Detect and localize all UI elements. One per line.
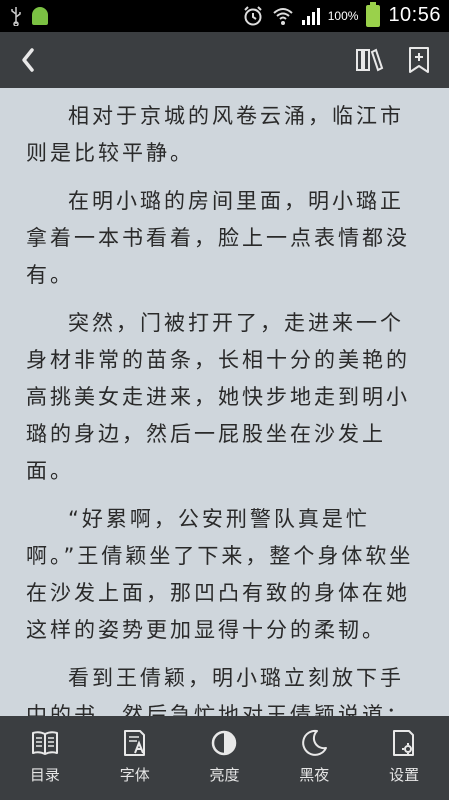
toolbar-label: 目录 (29, 766, 60, 784)
status-bar: 100% 10:56 (0, 0, 449, 32)
bookshelf-button[interactable] (353, 44, 385, 76)
toolbar-item-night-mode[interactable]: 黑夜 (269, 716, 359, 800)
alarm-icon (244, 5, 262, 25)
battery-percent: 100% (327, 8, 359, 23)
signal-icon (301, 7, 320, 25)
back-button[interactable] (12, 42, 44, 78)
font-icon (123, 730, 145, 756)
reader-top-bar (0, 32, 449, 88)
paragraph: 突然，门被打开了，走进来一个身材非常的苗条，长相十分的美艳的高挑美女走进来，她快… (26, 311, 410, 483)
android-notification-icon (32, 7, 48, 25)
chevron-left-icon (22, 48, 34, 72)
toolbar-item-settings[interactable]: 设置 (359, 716, 449, 800)
toolbar-label: 设置 (389, 766, 420, 784)
toolbar-item-font[interactable]: 字体 (90, 716, 180, 800)
toolbar-item-contents[interactable]: 目录 (0, 716, 90, 800)
reader-toolbar: 目录 字体 亮度 黑夜 设置 (0, 716, 449, 800)
toolbar-label: 亮度 (209, 766, 240, 784)
book-icon (31, 731, 58, 755)
usb-icon (10, 6, 22, 27)
bookshelf-icon (356, 48, 384, 72)
brightness-icon (212, 730, 237, 756)
status-time: 10:56 (388, 4, 441, 26)
toolbar-label: 字体 (119, 766, 150, 784)
wifi-icon (273, 7, 293, 25)
paragraph: 相对于京城的风卷云涌，临江市则是比较平静。 (26, 104, 404, 165)
paragraph: 看到王倩颖，明小璐立刻放下手中的书，然后急忙地对王倩颖说道： (26, 666, 410, 716)
toolbar-item-brightness[interactable]: 亮度 (180, 716, 270, 800)
moon-icon (302, 729, 328, 756)
toolbar-label: 黑夜 (299, 766, 330, 784)
bookmark-add-icon (409, 47, 429, 73)
paragraph: “好累啊，公安刑警队真是忙啊。”王倩颖坐了下来，整个身体软坐在沙发上面，那凹凸有… (26, 507, 414, 642)
add-bookmark-button[interactable] (403, 44, 435, 76)
paragraph: 在明小璐的房间里面，明小璐正拿着一本书看着，脸上一点表情都没有。 (26, 189, 410, 287)
reading-content[interactable]: 相对于京城的风卷云涌，临江市则是比较平静。 在明小璐的房间里面，明小璐正拿着一本… (0, 88, 449, 716)
battery-icon (366, 1, 381, 27)
settings-icon (393, 730, 415, 756)
